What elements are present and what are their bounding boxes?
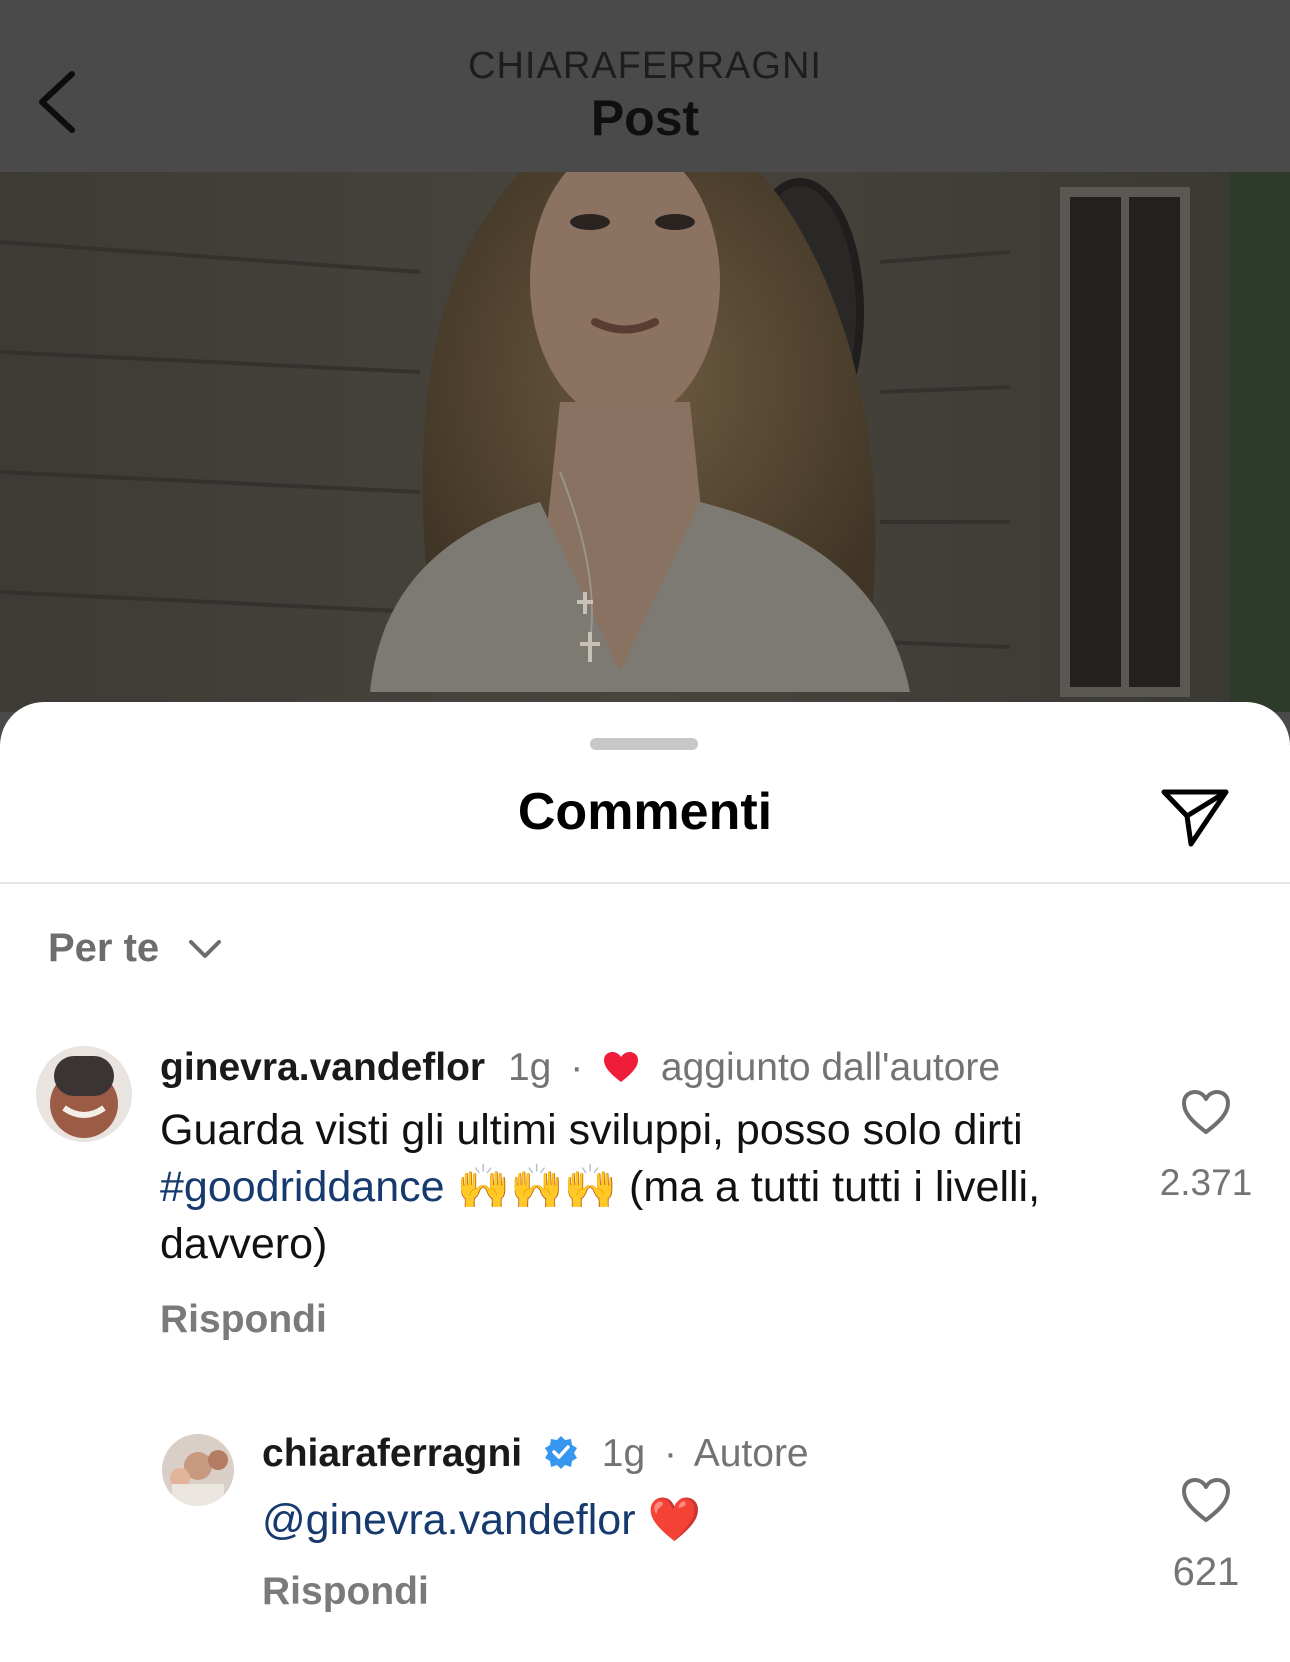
comment-username[interactable]: chiaraferragni bbox=[262, 1432, 522, 1475]
reply-button[interactable]: Rispondi bbox=[160, 1298, 327, 1342]
comment-time: 1g bbox=[601, 1432, 646, 1475]
page-title: Post bbox=[590, 90, 700, 146]
hashtag-link[interactable]: #goodriddance bbox=[160, 1163, 445, 1211]
comment-meta: ginevra.vandeflor 1g · aggiunto dall'aut… bbox=[160, 1044, 1000, 1092]
sheet-title: Commenti bbox=[517, 783, 773, 841]
sort-label: Per te bbox=[48, 925, 160, 970]
share-button[interactable] bbox=[1156, 778, 1232, 854]
avatar[interactable] bbox=[36, 1046, 132, 1142]
meta-separator: · bbox=[570, 1046, 584, 1089]
sheet-divider bbox=[0, 882, 1290, 884]
header-title-group: CHIARAFERRAGNI Post bbox=[0, 44, 1290, 148]
mention-link[interactable]: @ginevra.vandeflor bbox=[262, 1496, 636, 1544]
verified-badge-icon bbox=[544, 1436, 577, 1469]
avatar[interactable] bbox=[162, 1434, 234, 1506]
comments-sheet: Commenti Per te ginevra.vandeflor 1g · a… bbox=[0, 702, 1290, 1662]
heart-filled-icon bbox=[604, 1052, 639, 1082]
chevron-down-icon bbox=[189, 940, 222, 958]
liked-by-author-label: aggiunto dall'autore bbox=[660, 1046, 1001, 1089]
top-navigation-bar: CHIARAFERRAGNI Post bbox=[0, 0, 1290, 172]
comment-text: @ginevra.vandeflor ❤️ bbox=[262, 1492, 1082, 1549]
comment-meta: chiaraferragni 1g · Autore bbox=[262, 1430, 809, 1478]
heart-outline-icon[interactable] bbox=[1180, 1088, 1232, 1136]
account-name: CHIARAFERRAGNI bbox=[468, 45, 822, 87]
like-count: 621 bbox=[1172, 1550, 1240, 1594]
comment-text: Guarda visti gli ultimi sviluppi, posso … bbox=[160, 1102, 1080, 1273]
like-column: 621 bbox=[1136, 1476, 1276, 1595]
comment-text-part: Guarda visti gli ultimi sviluppi, posso … bbox=[160, 1106, 1023, 1154]
meta-separator: · bbox=[664, 1432, 678, 1475]
like-column: 2.371 bbox=[1136, 1088, 1276, 1204]
comment-text-part: ❤️ bbox=[647, 1496, 702, 1544]
sort-dropdown[interactable]: Per te bbox=[48, 918, 225, 978]
comment-username[interactable]: ginevra.vandeflor bbox=[160, 1046, 485, 1089]
comment-time: 1g bbox=[507, 1046, 552, 1089]
post-image bbox=[0, 172, 1290, 712]
heart-outline-icon[interactable] bbox=[1180, 1476, 1232, 1524]
author-label: Autore bbox=[693, 1432, 809, 1475]
like-count: 2.371 bbox=[1159, 1162, 1253, 1203]
paper-plane-icon bbox=[1161, 789, 1229, 847]
sheet-drag-handle[interactable] bbox=[590, 738, 698, 750]
reply-button[interactable]: Rispondi bbox=[262, 1570, 429, 1614]
